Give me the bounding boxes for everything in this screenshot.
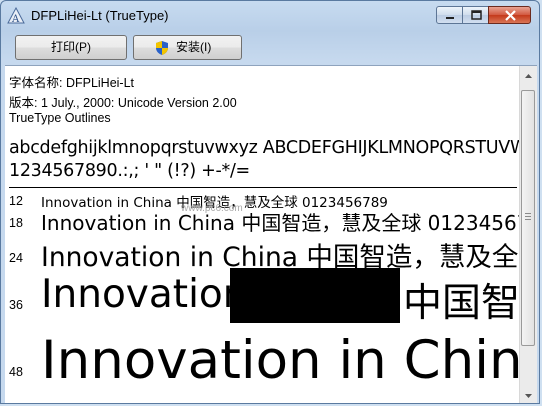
uac-shield-icon xyxy=(156,41,168,55)
size-label-24: 24 xyxy=(9,251,23,265)
font-viewer-window: A DFPLiHei-Lt (TrueType) 打印(P) 安装(I) 字体名… xyxy=(0,0,540,404)
print-button-label: 打印(P) xyxy=(51,40,91,54)
alphabet-sample: abcdefghijklmnopqrstuvwxyz ABCDEFGHIJKLM… xyxy=(9,138,537,158)
maximize-button[interactable] xyxy=(462,6,489,24)
sample-line-36-left: Innovation xyxy=(41,272,248,317)
sample-line-18: Innovation in China 中国智造，慧及全球 0123456789 xyxy=(41,211,537,235)
font-file-icon: A xyxy=(7,7,25,25)
minimize-button[interactable] xyxy=(436,6,463,24)
scroll-up-icon[interactable] xyxy=(520,68,537,85)
redaction-box xyxy=(230,268,400,323)
font-type-text: TrueType Outlines xyxy=(9,111,111,125)
sample-line-36-right: 中国智造 xyxy=(403,281,537,326)
divider xyxy=(9,187,517,188)
vertical-scrollbar[interactable] xyxy=(519,66,537,404)
size-label-48: 48 xyxy=(9,365,23,379)
window-title: DFPLiHei-Lt (TrueType) xyxy=(31,8,169,23)
sample-line-48: Innovation in China xyxy=(41,330,537,391)
svg-text:A: A xyxy=(11,14,20,25)
font-preview-pane: 字体名称: DFPLiHei-Lt 版本: 1 July., 2000: Uni… xyxy=(5,65,537,404)
font-version-text: 版本: 1 July., 2000: Unicode Version 2.00 xyxy=(9,96,237,110)
title-bar: A DFPLiHei-Lt (TrueType) xyxy=(1,1,539,31)
install-button-label: 安装(I) xyxy=(176,40,212,54)
toolbar: 打印(P) 安装(I) xyxy=(9,31,532,65)
digits-sample: 1234567890.:,; ' " (!?) +-*/= xyxy=(9,161,250,181)
scroll-down-icon[interactable] xyxy=(520,387,537,404)
font-name-text: 字体名称: DFPLiHei-Lt xyxy=(9,76,135,90)
close-button[interactable] xyxy=(488,6,531,24)
minimize-icon xyxy=(446,17,454,19)
size-label-18: 18 xyxy=(9,216,23,230)
print-button[interactable]: 打印(P) xyxy=(15,35,127,60)
size-label-36: 36 xyxy=(9,298,23,312)
maximize-icon xyxy=(471,10,482,20)
install-button[interactable]: 安装(I) xyxy=(133,35,242,60)
size-label-12: 12 xyxy=(9,194,23,208)
scroll-thumb[interactable] xyxy=(521,90,535,346)
watermark: www.pc6.com xyxy=(181,203,243,214)
close-icon xyxy=(505,10,516,21)
